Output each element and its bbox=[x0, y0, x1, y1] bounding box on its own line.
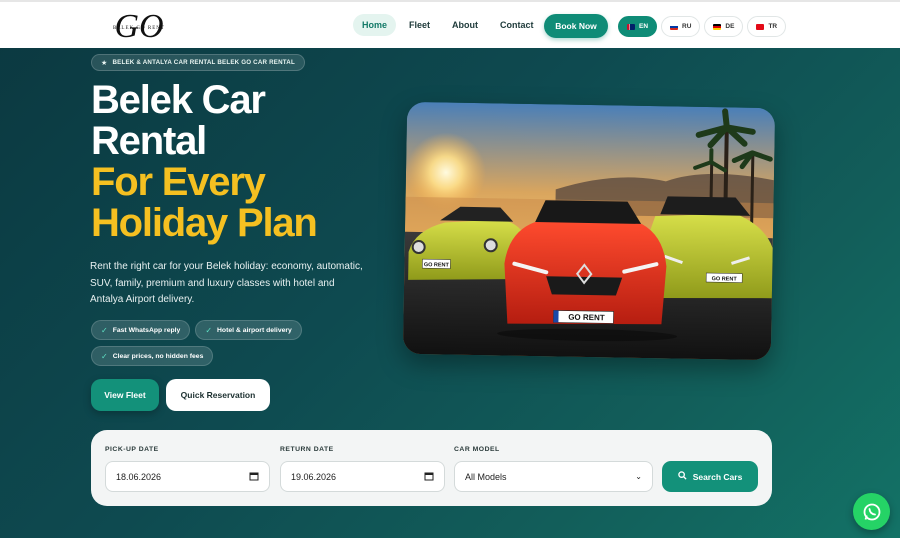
hero-car-image: GO RENT GO RENT GO RENT bbox=[402, 101, 776, 361]
feature-chips: ✓ Fast WhatsApp reply ✓ Hotel & airport … bbox=[91, 320, 321, 366]
main-nav: Home Fleet About Contact bbox=[353, 14, 543, 36]
return-date-label: RETURN DATE bbox=[280, 446, 334, 453]
feature-chip: ✓ Hotel & airport delivery bbox=[195, 320, 302, 340]
return-date-value: 19.06.2026 bbox=[291, 471, 337, 482]
car-model-select[interactable]: All Models ⌄ bbox=[454, 461, 653, 492]
tagline-text: BELEK & ANTALYA CAR RENTAL BELEK GO CAR … bbox=[112, 59, 295, 66]
uk-flag-icon bbox=[627, 23, 635, 30]
nav-home[interactable]: Home bbox=[353, 14, 397, 36]
search-button-label: Search Cars bbox=[692, 471, 743, 482]
calendar-icon[interactable] bbox=[424, 471, 434, 483]
nav-about[interactable]: About bbox=[443, 14, 487, 36]
search-icon bbox=[677, 471, 687, 482]
nav-contact[interactable]: Contact bbox=[491, 14, 543, 36]
title-line-3: For Every bbox=[91, 160, 266, 204]
title-line-1: Belek Car bbox=[91, 78, 266, 122]
feature-label: Fast WhatsApp reply bbox=[112, 326, 181, 334]
language-switcher: EN RU DE TR bbox=[618, 16, 787, 37]
turkey-flag-icon bbox=[756, 23, 765, 30]
whatsapp-chat-button[interactable] bbox=[853, 493, 890, 530]
pickup-date-value: 18.06.2026 bbox=[116, 471, 162, 482]
check-icon: ✓ bbox=[101, 325, 108, 335]
svg-text:GO RENT: GO RENT bbox=[424, 262, 450, 268]
car-model-value: All Models bbox=[465, 471, 507, 482]
car-model-label: CAR MODEL bbox=[454, 446, 500, 453]
lang-ru-button[interactable]: RU bbox=[661, 16, 701, 37]
feature-chip: ✓ Fast WhatsApp reply bbox=[91, 320, 191, 340]
site-header: GO BELEK GO RENT Home Fleet About Contac… bbox=[0, 0, 900, 48]
check-icon: ✓ bbox=[101, 351, 108, 361]
check-icon: ✓ bbox=[205, 325, 213, 335]
lang-code: EN bbox=[639, 23, 649, 30]
hero-title: Belek Car Rental For Every Holiday Plan bbox=[91, 80, 411, 244]
lang-code: DE bbox=[725, 23, 735, 30]
nav-fleet[interactable]: Fleet bbox=[400, 14, 439, 36]
feature-label: Hotel & airport delivery bbox=[217, 326, 292, 334]
whatsapp-icon bbox=[863, 503, 880, 520]
feature-chip: ✓ Clear prices, no hidden fees bbox=[91, 346, 214, 366]
svg-text:GO RENT: GO RENT bbox=[568, 313, 605, 323]
lang-tr-button[interactable]: TR bbox=[747, 16, 787, 37]
svg-text:GO RENT: GO RENT bbox=[712, 276, 738, 282]
lang-code: TR bbox=[768, 23, 778, 30]
hero-description: Rent the right car for your Belek holida… bbox=[90, 261, 363, 305]
calendar-icon[interactable] bbox=[249, 471, 259, 483]
pickup-date-input[interactable]: 18.06.2026 bbox=[105, 461, 270, 492]
book-now-button[interactable]: Book Now bbox=[544, 14, 608, 38]
lang-en-button[interactable]: EN bbox=[618, 16, 658, 37]
star-icon: ★ bbox=[101, 59, 108, 67]
pickup-date-label: PICK-UP DATE bbox=[105, 446, 159, 453]
lang-code: RU bbox=[682, 23, 692, 30]
germany-flag-icon bbox=[713, 23, 722, 30]
quick-reservation-button[interactable]: Quick Reservation bbox=[166, 379, 270, 411]
lang-de-button[interactable]: DE bbox=[704, 16, 744, 37]
cars-at-sunset-illustration: GO RENT GO RENT GO RENT bbox=[402, 101, 776, 361]
view-fleet-button[interactable]: View Fleet bbox=[91, 379, 159, 411]
title-line-4: Holiday Plan bbox=[91, 201, 318, 245]
svg-text:BELEK GO RENT: BELEK GO RENT bbox=[113, 26, 165, 31]
search-cars-button[interactable]: Search Cars bbox=[662, 461, 758, 492]
chevron-down-icon: ⌄ bbox=[635, 472, 642, 481]
logo-mark: GO BELEK GO RENT bbox=[113, 8, 165, 45]
return-date-input[interactable]: 19.06.2026 bbox=[280, 461, 445, 492]
title-line-2: Rental bbox=[91, 119, 207, 163]
site-logo[interactable]: GO BELEK GO RENT bbox=[103, 6, 175, 46]
reservation-search-form: PICK-UP DATE 18.06.2026 RETURN DATE 19.0… bbox=[91, 430, 772, 506]
russia-flag-icon bbox=[670, 23, 679, 30]
feature-label: Clear prices, no hidden fees bbox=[112, 352, 204, 360]
hero-tagline-badge: ★ BELEK & ANTALYA CAR RENTAL BELEK GO CA… bbox=[91, 54, 305, 71]
